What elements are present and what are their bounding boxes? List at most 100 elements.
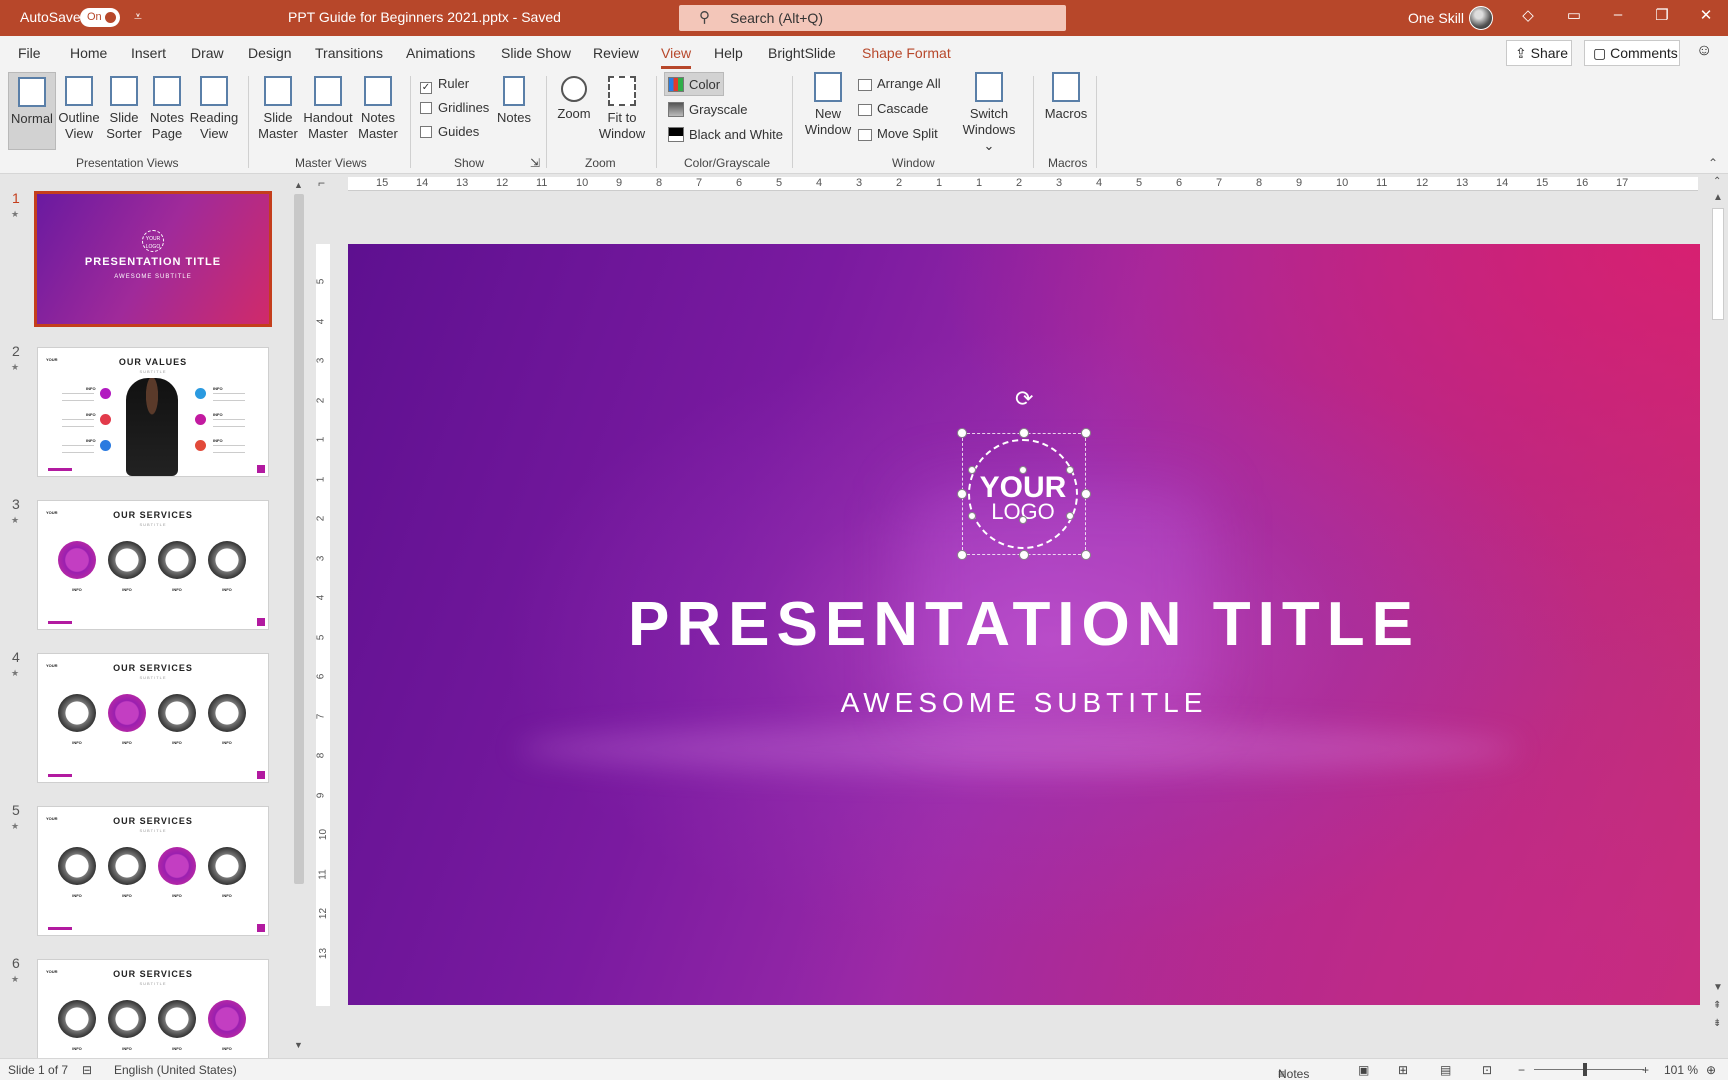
move-split-button[interactable]: Move Split (858, 126, 938, 141)
gridlines-checkbox[interactable]: Gridlines (420, 100, 489, 115)
slide-canvas[interactable]: ⟳ YOUR LOGO PRESENTATION TITLE AWESOME S… (348, 244, 1700, 1005)
tab-help[interactable]: Help (714, 45, 743, 61)
resize-handle[interactable] (1081, 428, 1091, 438)
tab-view[interactable]: View (661, 45, 692, 69)
zoom-slider-thumb[interactable] (1583, 1063, 1587, 1076)
outline-view-button[interactable]: Outline View (56, 76, 102, 142)
slideshow-status-icon[interactable]: ⊡ (1482, 1063, 1492, 1077)
tab-animations[interactable]: Animations (406, 45, 475, 61)
feedback-smiley-icon[interactable]: ☺ (1696, 42, 1712, 60)
fit-slide-icon[interactable]: ⊕ (1706, 1063, 1716, 1077)
zoom-in-icon[interactable]: + (1642, 1063, 1649, 1077)
tab-transitions[interactable]: Transitions (315, 45, 383, 61)
tab-slide-show[interactable]: Slide Show (501, 45, 571, 61)
scroll-down-icon[interactable]: ▼ (1713, 982, 1723, 993)
autosave-toggle[interactable]: On (80, 8, 120, 27)
scroll-up-icon[interactable]: ▲ (294, 180, 303, 190)
zoom-out-icon[interactable]: − (1518, 1063, 1525, 1077)
color-button[interactable]: Color (664, 72, 724, 96)
slide-sorter-status-icon[interactable]: ⊞ (1398, 1063, 1408, 1077)
normal-view-button[interactable]: Normal (8, 72, 56, 150)
tab-home[interactable]: Home (70, 45, 107, 61)
spellcheck-icon[interactable]: ⊟ (82, 1063, 92, 1077)
slide-thumbnail-1[interactable]: YOUR LOGO PRESENTATION TITLE AWESOME SUB… (34, 191, 272, 327)
restore-icon[interactable]: ❐ (1650, 6, 1674, 24)
slide-thumbnail-4[interactable]: YOUR OUR SERVICES SUBTITLE INFO INFO INF… (37, 653, 269, 783)
notes-page-button[interactable]: Notes Page (146, 76, 188, 142)
slide-thumbnail-5[interactable]: YOUR OUR SERVICES SUBTITLE INFO INFO INF… (37, 806, 269, 936)
switch-windows-button[interactable]: Switch Windows ⌄ (956, 72, 1022, 154)
share-button[interactable]: ⇪ Share (1506, 40, 1572, 66)
logo-placeholder[interactable]: YOUR LOGO (968, 439, 1078, 549)
slide-thumbnail-6[interactable]: YOUR OUR SERVICES SUBTITLE INFO INFO INF… (37, 959, 269, 1058)
inner-handle[interactable] (1019, 516, 1027, 524)
tab-insert[interactable]: Insert (131, 45, 166, 61)
resize-handle[interactable] (1019, 550, 1029, 560)
ribbon-display-icon[interactable]: ▭ (1562, 6, 1586, 24)
scrollbar-thumb[interactable] (294, 194, 304, 884)
search-box[interactable]: ⚲ Search (Alt+Q) (679, 5, 1066, 31)
slide-title[interactable]: PRESENTATION TITLE (348, 589, 1700, 660)
tab-review[interactable]: Review (593, 45, 639, 61)
avatar[interactable] (1469, 6, 1493, 30)
close-icon[interactable]: ✕ (1694, 6, 1718, 24)
customize-quick-access-icon[interactable]: ⩡ (134, 8, 142, 25)
notes-master-button[interactable]: Notes Master (356, 76, 400, 142)
guides-checkbox[interactable]: Guides (420, 124, 479, 139)
slide-scrollbar[interactable]: ⌃ ▲ ▼ ⇞ ⇟ (1708, 176, 1728, 1056)
resize-handle[interactable] (957, 428, 967, 438)
resize-handle[interactable] (957, 550, 967, 560)
previous-slide-icon[interactable]: ⇞ (1713, 1000, 1721, 1011)
tab-brightslide[interactable]: BrightSlide (768, 45, 836, 61)
premium-diamond-icon[interactable]: ◇ (1516, 6, 1540, 24)
user-name[interactable]: One Skill (1408, 10, 1464, 26)
new-window-button[interactable]: New Window (804, 72, 852, 138)
inner-handle[interactable] (968, 466, 976, 474)
inner-handle[interactable] (1066, 466, 1074, 474)
fit-to-window-button[interactable]: Fit to Window (596, 76, 648, 142)
resize-handle[interactable] (1081, 550, 1091, 560)
slide-thumbnail-2[interactable]: YOUR OUR VALUES SUBTITLE INFO INFO INFO … (37, 347, 269, 477)
slide-subtitle[interactable]: AWESOME SUBTITLE (348, 687, 1700, 719)
resize-handle[interactable] (1019, 428, 1029, 438)
inner-handle[interactable] (968, 512, 976, 520)
scroll-up-icon[interactable]: ▲ (1713, 192, 1723, 203)
collapse-ribbon-icon[interactable]: ⌃ (1708, 156, 1718, 170)
arrange-all-button[interactable]: Arrange All (858, 76, 941, 91)
macros-button[interactable]: Macros (1042, 72, 1090, 122)
rotate-handle-icon[interactable]: ⟳ (1015, 386, 1033, 412)
tab-shape-format[interactable]: Shape Format (862, 45, 951, 61)
slide-master-button[interactable]: Slide Master (256, 76, 300, 142)
handout-master-button[interactable]: Handout Master (302, 76, 354, 142)
zoom-button[interactable]: Zoom (554, 76, 594, 122)
scroll-down-icon[interactable]: ▼ (294, 1040, 303, 1050)
language[interactable]: English (United States) (114, 1063, 237, 1077)
minimize-icon[interactable]: – (1606, 6, 1630, 23)
tab-file[interactable]: File (18, 45, 41, 61)
grayscale-button[interactable]: Grayscale (668, 102, 748, 117)
zoom-slider[interactable] (1534, 1069, 1644, 1070)
tab-stop-icon[interactable]: ⌐ (318, 176, 325, 190)
ruler-checkbox[interactable]: ✓ Ruler (420, 76, 469, 94)
thumbnails-scrollbar[interactable]: ▲ ▼ (292, 180, 306, 1050)
dialog-launcher-icon[interactable]: ⇲ (530, 156, 540, 170)
slide-thumbnail-3[interactable]: YOUR OUR SERVICES SUBTITLE INFO INFO INF… (37, 500, 269, 630)
reading-view-button[interactable]: Reading View (188, 76, 240, 142)
resize-handle[interactable] (957, 489, 967, 499)
zoom-level[interactable]: 101 % (1664, 1063, 1698, 1077)
next-slide-icon[interactable]: ⇟ (1713, 1018, 1721, 1029)
notes-button[interactable]: Notes (494, 76, 534, 126)
cascade-button[interactable]: Cascade (858, 101, 928, 116)
inner-handle[interactable] (1066, 512, 1074, 520)
slide-sorter-button[interactable]: Slide Sorter (102, 76, 146, 142)
scrollbar-thumb[interactable] (1712, 208, 1724, 320)
inner-handle[interactable] (1019, 466, 1027, 474)
comments-button[interactable]: ▢ Comments (1584, 40, 1680, 66)
tab-design[interactable]: Design (248, 45, 292, 61)
document-title[interactable]: PPT Guide for Beginners 2021.pptx - Save… (288, 9, 561, 25)
black-and-white-button[interactable]: Black and White (668, 127, 783, 142)
normal-view-status-icon[interactable]: ▣ (1358, 1063, 1369, 1077)
resize-handle[interactable] (1081, 489, 1091, 499)
reading-view-status-icon[interactable]: ▤ (1440, 1063, 1451, 1077)
tab-draw[interactable]: Draw (191, 45, 224, 61)
